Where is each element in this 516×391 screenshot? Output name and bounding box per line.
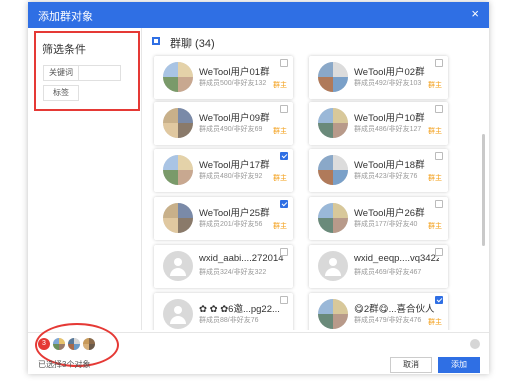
group-checkbox[interactable] (280, 296, 288, 304)
group-card[interactable]: WeTool用户18群群成员423/非好友76 群主 (309, 149, 448, 192)
group-checkbox[interactable] (280, 200, 288, 208)
group-name: 😋2群😋...喜合伙人 (354, 304, 435, 315)
scrollbar-thumb[interactable] (482, 134, 485, 246)
owner-badge: 群主 (273, 128, 287, 135)
selected-avatar[interactable] (83, 338, 95, 350)
group-card[interactable]: WeTool用户01群群成员500/非好友132 群主 (154, 56, 293, 99)
group-name: WeTool用户25群 (199, 208, 270, 219)
group-member-stats: 群成员479/非好友476 (354, 317, 422, 324)
group-avatar (163, 203, 193, 233)
group-member-stats: 群成员490/非好友69 (199, 126, 263, 133)
group-checkbox[interactable] (435, 200, 443, 208)
group-avatar (318, 299, 348, 329)
group-card[interactable]: wxid_eeqp....vq3422... 群成员469/非好友467 (309, 245, 448, 288)
group-card[interactable]: WeTool用户02群群成员492/非好友103 群主 (309, 56, 448, 99)
group-card[interactable]: WeTool用户17群群成员480/非好友92 群主 (154, 149, 293, 192)
group-name: WeTool用户18群 (354, 160, 425, 171)
group-name: WeTool用户10群 (354, 113, 425, 124)
dialog-titlebar: 添加群对象 × (28, 2, 489, 28)
group-name: WeTool用户26群 (354, 208, 425, 219)
group-checkbox[interactable] (435, 296, 443, 304)
group-name: WeTool用户17群 (199, 160, 270, 171)
selected-summary: 已选择3个对象 (38, 360, 91, 369)
cancel-button[interactable]: 取消 (390, 357, 432, 373)
group-checkbox[interactable] (280, 105, 288, 113)
selected-count-badge: 3 (38, 338, 50, 350)
group-checkbox[interactable] (435, 248, 443, 256)
group-member-stats: 群成员324/非好友322 (199, 269, 267, 276)
owner-badge: 群主 (428, 223, 442, 230)
group-checkbox[interactable] (280, 59, 288, 67)
selection-footer: 3 已选择3个对象 取消 添加 (28, 323, 489, 374)
close-icon[interactable]: × (471, 6, 479, 22)
selected-avatar[interactable] (53, 338, 65, 350)
owner-badge: 群主 (428, 128, 442, 135)
owner-badge: 群主 (428, 82, 442, 89)
group-member-stats: 群成员88/非好友76 (199, 317, 259, 324)
group-checkbox[interactable] (280, 248, 288, 256)
group-avatar (318, 108, 348, 138)
group-name: wxid_aabi....272014... (199, 253, 284, 264)
group-card[interactable]: WeTool用户26群群成员177/非好友40 群主 (309, 197, 448, 240)
list-scrollbar[interactable] (481, 52, 487, 330)
group-member-stats: 群成员423/非好友76 (354, 173, 418, 180)
group-card[interactable]: WeTool用户25群群成员201/非好友56 群主 (154, 197, 293, 240)
group-card[interactable]: wxid_aabi....272014... 群成员324/非好友322 (154, 245, 293, 288)
group-avatar (163, 62, 193, 92)
group-avatar (163, 155, 193, 185)
keyword-label: 关键词 (44, 66, 79, 80)
group-name: WeTool用户09群 (199, 113, 270, 124)
group-avatar (163, 108, 193, 138)
filter-title: 筛选条件 (42, 44, 86, 56)
owner-badge: 群主 (273, 223, 287, 230)
owner-badge: 群主 (428, 319, 442, 326)
group-card[interactable]: WeTool用户09群群成员490/非好友69 群主 (154, 102, 293, 145)
group-member-stats: 群成员500/非好友132 (199, 80, 267, 87)
owner-badge: 群主 (428, 175, 442, 182)
group-card-list: WeTool用户01群 群成员500/非好友132 群主 WeTool用户02群 群成员… (148, 52, 478, 330)
group-member-stats: 群成员486/非好友127 (354, 126, 422, 133)
add-group-dialog: 添加群对象 × 筛选条件 关键词 标签 群聊 (34) WeTool用户01群群… (28, 2, 489, 374)
clear-selection-icon[interactable] (470, 339, 480, 349)
add-button[interactable]: 添加 (438, 357, 480, 373)
group-member-stats: 群成员480/非好友92 (199, 173, 263, 180)
group-name: wxid_eeqp....vq3422... (354, 253, 439, 264)
group-member-stats: 群成员177/非好友40 (354, 221, 418, 228)
dialog-title: 添加群对象 (38, 11, 93, 23)
group-avatar (318, 62, 348, 92)
group-avatar (163, 251, 193, 281)
tag-filter-button[interactable]: 标签 (43, 85, 79, 101)
group-member-stats: 群成员201/非好友56 (199, 221, 263, 228)
group-avatar (318, 203, 348, 233)
filter-highlight-box: 筛选条件 关键词 标签 (34, 31, 140, 111)
group-card[interactable]: ✿ ✿ ✿6邀...pg22... 群成员88/非好友76 (154, 293, 293, 330)
group-checkbox[interactable] (280, 152, 288, 160)
group-checkbox[interactable] (435, 152, 443, 160)
group-name: ✿ ✿ ✿6邀...pg22... (199, 304, 280, 315)
group-name: WeTool用户02群 (354, 67, 425, 78)
select-all-checkbox[interactable] (152, 37, 160, 45)
owner-badge: 群主 (273, 82, 287, 89)
group-card[interactable]: 😋2群😋...喜合伙人群成员479/非好友476 群主 (309, 293, 448, 330)
group-avatar (318, 251, 348, 281)
group-member-stats: 群成员492/非好友103 (354, 80, 422, 87)
owner-badge: 群主 (273, 175, 287, 182)
group-checkbox[interactable] (435, 59, 443, 67)
group-count-label: 群聊 (34) (170, 38, 215, 50)
keyword-field[interactable]: 关键词 (43, 65, 121, 81)
selected-avatar[interactable] (68, 338, 80, 350)
group-checkbox[interactable] (435, 105, 443, 113)
group-card[interactable]: WeTool用户10群群成员486/非好友127 群主 (309, 102, 448, 145)
group-avatar (163, 299, 193, 329)
filter-panel: 筛选条件 关键词 标签 (30, 28, 142, 330)
group-member-stats: 群成员469/非好友467 (354, 269, 422, 276)
group-avatar (318, 155, 348, 185)
group-name: WeTool用户01群 (199, 67, 270, 78)
